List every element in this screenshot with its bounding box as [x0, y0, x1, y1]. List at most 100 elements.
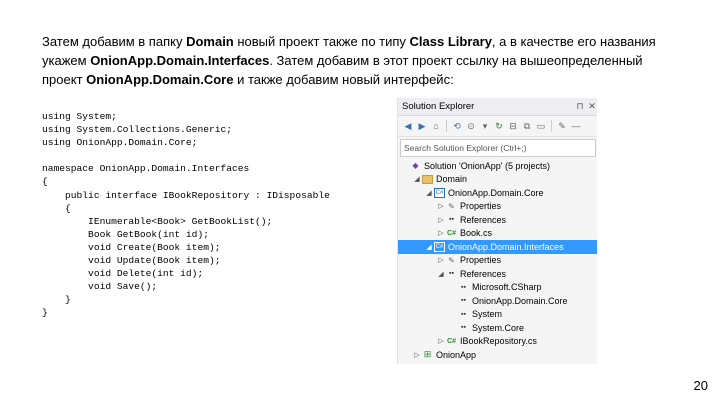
csharp-project-icon: C#	[434, 241, 445, 252]
forward-icon[interactable]: ▶	[416, 120, 428, 132]
intro-text-2: новый проект также по типу	[233, 34, 410, 49]
wrench-icon: ✎	[448, 255, 455, 265]
tree-node-label: System	[472, 309, 503, 320]
solution-explorer-title: Solution Explorer	[402, 101, 475, 112]
tree-node[interactable]: ▷ C# IBookRepository.cs	[398, 335, 597, 349]
intro-bold-interfaces: OnionApp.Domain.Interfaces	[90, 53, 270, 68]
intro-paragraph: Затем добавим в папку Domain новый проек…	[42, 32, 682, 89]
references-icon: ▪▪	[449, 216, 454, 224]
collapsed-arrow-icon[interactable]: ▷	[436, 337, 446, 345]
collapse-all-icon[interactable]: ⊟	[507, 120, 519, 132]
code-line: void Update(Book item);	[42, 255, 221, 267]
csharp-file-icon: C#	[447, 337, 456, 345]
code-line: namespace OnionApp.Domain.Interfaces	[42, 163, 250, 175]
assembly-icon: ▪▪	[461, 324, 466, 332]
tree-node-label: References	[460, 214, 507, 225]
solution-explorer-toolbar: ◀ ▶ ⌂ ⟲ ⊙ ▾ ↻ ⊟ ⧉ ▭ ✎ —	[398, 116, 597, 137]
solution-explorer-titlebar: Solution Explorer ⊓ ✕	[398, 98, 597, 116]
tree-node-label: OnionApp.Domain.Interfaces	[448, 241, 564, 252]
solution-tree: ◆ Solution 'OnionApp' (5 projects) ◢ Domain…	[398, 159, 597, 362]
assembly-icon: ▪▪	[461, 310, 466, 318]
tree-node[interactable]: ▪▪ OnionApp.Domain.Core	[398, 294, 597, 308]
tree-node-label: OnionApp.Domain.Core	[472, 295, 568, 306]
code-line: {	[42, 202, 71, 214]
code-line: void Create(Book item);	[42, 241, 221, 253]
tree-node[interactable]: ▷ ✎ Properties	[398, 200, 597, 214]
assembly-icon: ▪▪	[461, 283, 466, 291]
pending-changes-icon[interactable]: ⊙	[465, 120, 477, 132]
tree-node[interactable]: ◢ C# OnionApp.Domain.Interfaces	[398, 240, 597, 254]
code-line: void Save();	[42, 281, 158, 293]
code-line: using OnionApp.Domain.Core;	[42, 137, 198, 149]
toolbar-divider	[551, 120, 552, 132]
dropdown-arrow-icon[interactable]: ▾	[479, 120, 491, 132]
home-icon[interactable]: ⌂	[430, 120, 442, 132]
tree-node-label: OnionApp	[436, 349, 477, 360]
show-all-files-icon[interactable]: ⧉	[521, 120, 533, 132]
collapsed-arrow-icon[interactable]: ▷	[436, 216, 446, 224]
folder-icon	[422, 174, 433, 184]
tree-node-label: Properties	[460, 201, 502, 212]
tree-node[interactable]: ▷ ✎ Properties	[398, 254, 597, 268]
expanded-arrow-icon[interactable]: ◢	[424, 189, 434, 197]
assembly-icon: ▪▪	[461, 297, 466, 305]
csharp-project-icon: C#	[434, 187, 445, 198]
tree-node[interactable]: ▪▪ System	[398, 308, 597, 322]
tree-node-label: Solution 'OnionApp' (5 projects)	[424, 160, 551, 171]
tree-node-label: Microsoft.CSharp	[472, 282, 542, 293]
code-line: using System.Collections.Generic;	[42, 124, 232, 136]
search-placeholder: Search Solution Explorer (Ctrl+;)	[404, 143, 527, 153]
pin-icon[interactable]: ⊓	[574, 101, 586, 112]
references-icon: ▪▪	[449, 270, 454, 278]
tree-node[interactable]: ▪▪ System.Core	[398, 321, 597, 335]
code-line: {	[42, 176, 48, 188]
tree-node-label: OnionApp.Domain.Core	[448, 187, 544, 198]
csharp-file-icon: C#	[447, 229, 456, 237]
close-icon[interactable]: ✕	[586, 101, 597, 112]
code-line: void Delete(int id);	[42, 268, 204, 280]
collapsed-arrow-icon[interactable]: ▷	[436, 256, 446, 264]
tree-node-label: Book.cs	[460, 228, 493, 239]
tree-node-label: IBookRepository.cs	[460, 336, 537, 347]
tree-node-label: References	[460, 268, 507, 279]
toolbar-divider	[446, 120, 447, 132]
solution-search-input[interactable]: Search Solution Explorer (Ctrl+;)	[400, 139, 596, 157]
collapsed-arrow-icon[interactable]: ▷	[412, 351, 422, 359]
code-line: public interface IBookRepository : IDisp…	[42, 189, 330, 201]
code-listing: using System; using System.Collections.Ge…	[42, 110, 330, 320]
minus-icon[interactable]: —	[570, 120, 582, 132]
preview-icon[interactable]: ▭	[535, 120, 547, 132]
tree-node[interactable]: ◢ C# OnionApp.Domain.Core	[398, 186, 597, 200]
page-number: 20	[693, 378, 708, 393]
tree-node[interactable]: ▷ ▪▪ References	[398, 213, 597, 227]
properties-icon[interactable]: ✎	[556, 120, 568, 132]
code-line: IEnumerable<Book> GetBookList();	[42, 215, 273, 227]
back-icon[interactable]: ◀	[402, 120, 414, 132]
intro-text-1: Затем добавим в папку	[42, 34, 187, 49]
code-line: }	[42, 294, 71, 306]
expanded-arrow-icon[interactable]: ◢	[424, 243, 434, 251]
tree-node[interactable]: ▪▪ Microsoft.CSharp	[398, 281, 597, 295]
tree-node-label: Domain	[436, 174, 468, 185]
expanded-arrow-icon[interactable]: ◢	[412, 175, 422, 183]
refresh-icon[interactable]: ↻	[493, 120, 505, 132]
sync-icon[interactable]: ⟲	[451, 120, 463, 132]
collapsed-arrow-icon[interactable]: ▷	[436, 202, 446, 210]
tree-node[interactable]: ◆ Solution 'OnionApp' (5 projects)	[398, 159, 597, 173]
expanded-arrow-icon[interactable]: ◢	[436, 270, 446, 278]
code-line: }	[42, 307, 48, 319]
tree-node-label: Properties	[460, 255, 502, 266]
intro-bold-core: OnionApp.Domain.Core	[86, 72, 234, 87]
intro-bold-domain: Domain	[186, 34, 234, 49]
solution-icon: ◆	[412, 161, 419, 171]
tree-node[interactable]: ◢ ▪▪ References	[398, 267, 597, 281]
solution-explorer-panel: Solution Explorer ⊓ ✕ ◀ ▶ ⌂ ⟲ ⊙ ▾ ↻ ⊟ ⧉ …	[397, 98, 597, 364]
tree-node[interactable]: ▷ C# Book.cs	[398, 227, 597, 241]
code-line: using System;	[42, 111, 117, 122]
tree-node-label: System.Core	[472, 322, 525, 333]
collapsed-arrow-icon[interactable]: ▷	[436, 229, 446, 237]
tree-node[interactable]: ▷ ⊞ OnionApp	[398, 348, 597, 362]
intro-bold-class-library: Class Library	[409, 34, 492, 49]
tree-node[interactable]: ◢ Domain	[398, 173, 597, 187]
